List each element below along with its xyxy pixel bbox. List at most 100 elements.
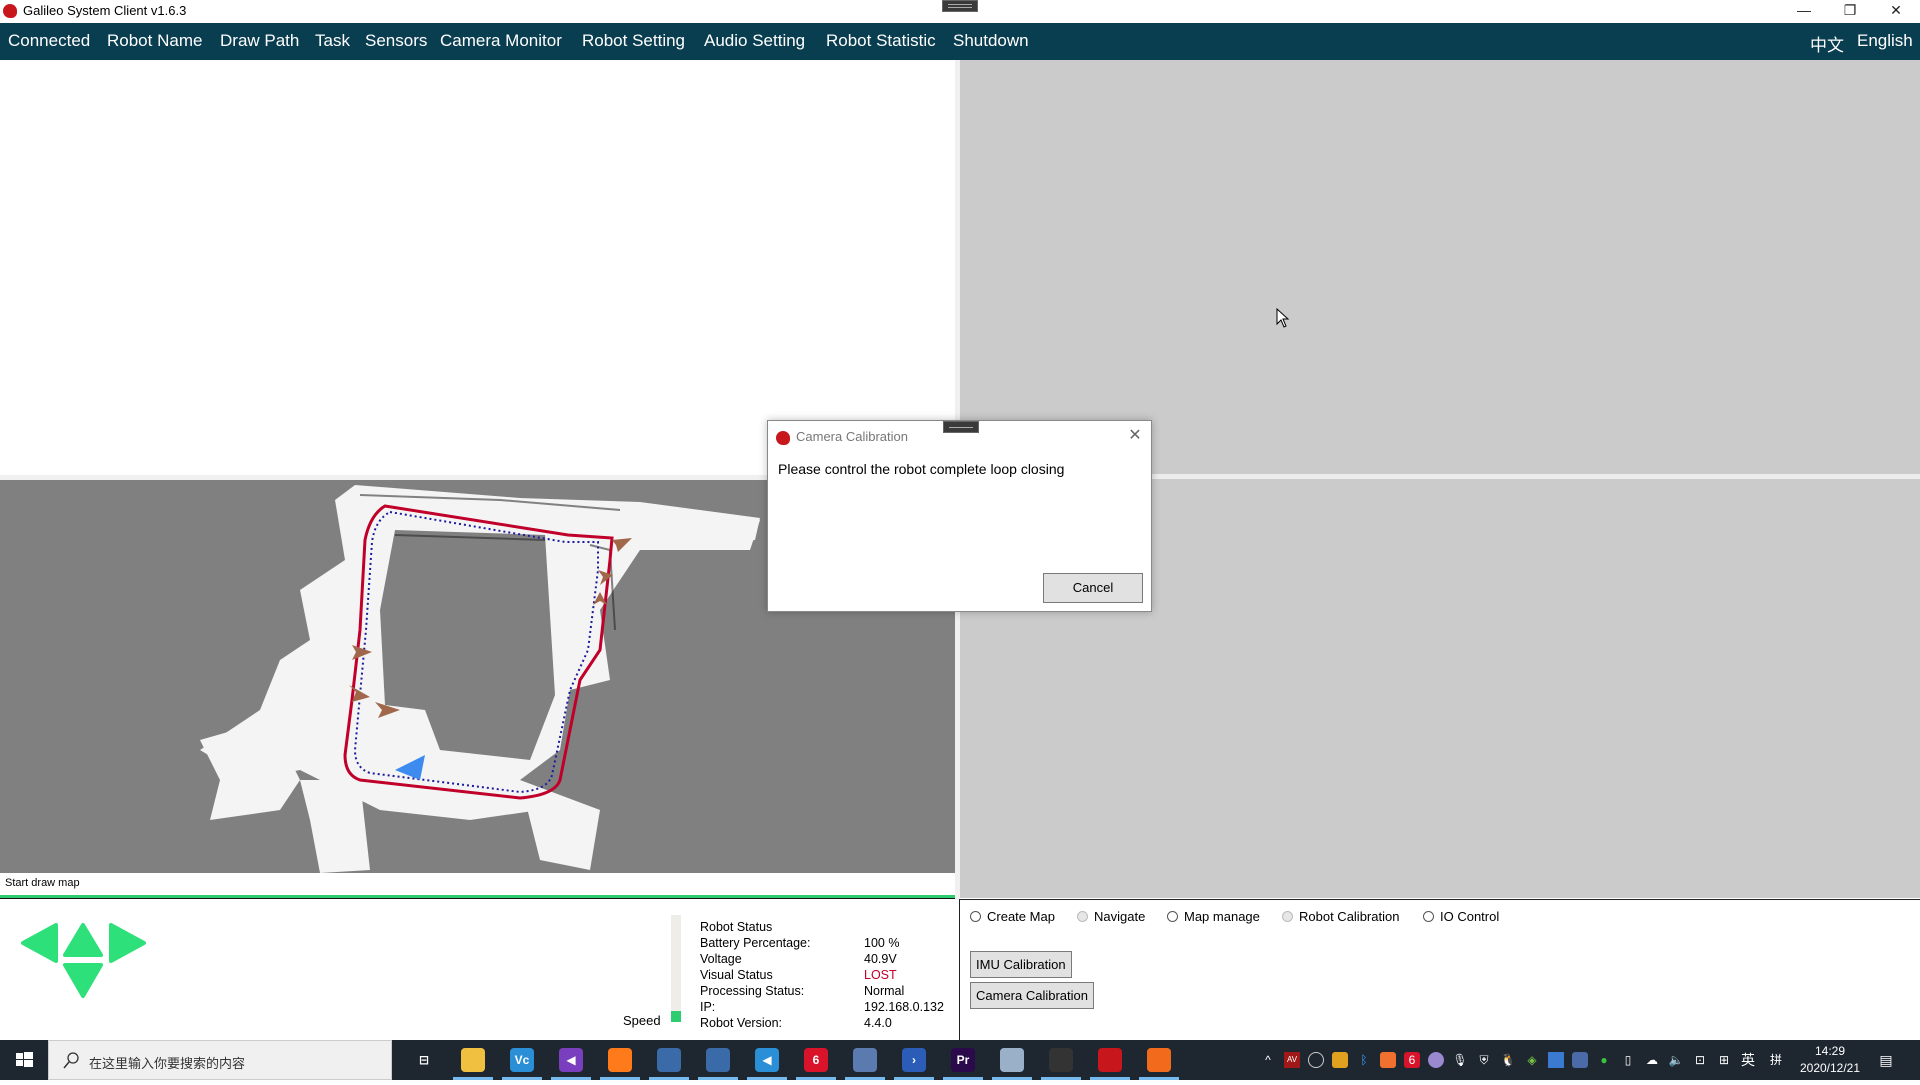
dialog-title: Camera Calibration [796, 429, 908, 444]
imu-calibration-button[interactable]: IMU Calibration [970, 951, 1072, 978]
taskbar-task-view-icon[interactable]: ⊟ [412, 1048, 436, 1072]
radio-label: Navigate [1094, 909, 1146, 924]
app-logo-icon [3, 4, 17, 18]
map-status-text: Start draw map [5, 877, 80, 889]
tray-nvidia-icon[interactable]: ◈ [1524, 1052, 1540, 1068]
tray-keepass-icon[interactable] [1572, 1052, 1588, 1068]
tray-netease-icon[interactable]: 6 [1404, 1052, 1420, 1068]
windows-logo-icon [16, 1052, 33, 1067]
camera-view-right-top [960, 60, 1920, 475]
taskbar-keepass-icon[interactable] [853, 1048, 877, 1072]
search-placeholder: 在这里输入你要搜索的内容 [89, 1056, 246, 1071]
tray-bluetooth-icon[interactable]: ᛒ [1356, 1052, 1372, 1068]
dialog-drag-handle[interactable] [943, 421, 979, 433]
taskbar-vc-icon[interactable]: Vc [510, 1048, 534, 1072]
arrow-down-button[interactable] [62, 962, 104, 1000]
taskbar-visual-studio-icon[interactable]: ◀ [559, 1048, 583, 1072]
map-status-bar: Start draw map [0, 873, 955, 896]
dialog-cancel-button[interactable]: Cancel [1043, 573, 1143, 603]
language-chinese[interactable]: 中文 [1810, 31, 1844, 56]
tray-obs-icon[interactable] [1308, 1052, 1324, 1068]
tray-shield-icon[interactable] [1332, 1052, 1348, 1068]
mode-radio-map-manage[interactable]: Map manage [1167, 909, 1260, 924]
tray-microphone-icon[interactable]: 🎙 [1452, 1052, 1468, 1068]
radio-circle [1077, 911, 1088, 922]
tray-onedrive-icon[interactable]: ☁ [1644, 1052, 1660, 1068]
speed-slider[interactable] [671, 915, 681, 1022]
radio-circle [970, 911, 981, 922]
taskbar-obs-icon[interactable] [1049, 1048, 1073, 1072]
taskbar-network-app-icon[interactable] [706, 1048, 730, 1072]
taskbar-monitor-app-icon[interactable] [1000, 1048, 1024, 1072]
taskbar-netease-music-icon[interactable]: 6 [804, 1048, 828, 1072]
menu-robot-name[interactable]: Robot Name [107, 31, 202, 51]
taskbar-powershell-icon[interactable]: › [902, 1048, 926, 1072]
status-value: Normal [864, 984, 905, 998]
radio-circle [1167, 911, 1178, 922]
language-english[interactable]: English [1857, 31, 1913, 51]
menu-robot-statistic[interactable]: Robot Statistic [826, 31, 936, 51]
tray-qq-icon[interactable]: 🐧 [1500, 1052, 1516, 1068]
tray-purple-icon[interactable] [1428, 1052, 1444, 1068]
status-label: Voltage [700, 952, 742, 966]
taskbar-firefox-icon[interactable] [608, 1048, 632, 1072]
tray-wechat-icon[interactable]: ● [1596, 1052, 1612, 1068]
status-value: 100 % [864, 936, 900, 950]
minimize-button[interactable]: — [1781, 0, 1827, 23]
tray-ime-settings-icon[interactable]: ⊞ [1716, 1052, 1732, 1068]
mode-radio-create-map[interactable]: Create Map [970, 909, 1055, 924]
tray-defender-icon[interactable]: ⛨ [1476, 1052, 1492, 1068]
menu-task[interactable]: Task [315, 31, 350, 51]
close-button[interactable]: ✕ [1873, 0, 1919, 23]
start-button[interactable] [0, 1040, 48, 1080]
mode-radio-io-control[interactable]: IO Control [1423, 909, 1499, 924]
menu-camera-monitor[interactable]: Camera Monitor [440, 31, 562, 51]
taskbar-vscode-icon[interactable]: ◀ [755, 1048, 779, 1072]
tray-usb-icon[interactable]: ▯ [1620, 1052, 1636, 1068]
taskbar-clock[interactable]: 14:29 2020/12/21 [1790, 1043, 1870, 1077]
menu-connected[interactable]: Connected [8, 31, 90, 51]
radio-label: Map manage [1184, 909, 1260, 924]
status-value: LOST [864, 968, 897, 982]
taskbar-app-lock-icon[interactable] [657, 1048, 681, 1072]
tray-volume-icon[interactable]: 🔈 [1668, 1052, 1684, 1068]
drag-handle[interactable] [942, 0, 978, 12]
arrow-right-button[interactable] [108, 922, 148, 964]
dialog-close-icon[interactable]: ✕ [1125, 425, 1145, 445]
camera-calibration-dialog: Camera Calibration ✕ Please control the … [767, 420, 1152, 612]
window-title: Galileo System Client v1.6.3 [23, 3, 187, 18]
mode-radio-navigate[interactable]: Navigate [1077, 909, 1145, 924]
menu-draw-path[interactable]: Draw Path [220, 31, 299, 51]
taskbar-premiere-icon[interactable]: Pr [951, 1048, 975, 1072]
menu-shutdown[interactable]: Shutdown [953, 31, 1029, 51]
arrow-left-button[interactable] [20, 922, 60, 964]
taskbar-search-box[interactable]: 在这里输入你要搜索的内容 [48, 1040, 392, 1080]
search-icon [63, 1052, 79, 1069]
restore-button[interactable]: ❐ [1827, 0, 1873, 23]
clock-date: 2020/12/21 [1799, 1061, 1861, 1075]
tray-orange-icon[interactable] [1380, 1052, 1396, 1068]
tray-app-icon[interactable] [1548, 1052, 1564, 1068]
tray-ime-mode[interactable]: 拼 [1768, 1052, 1784, 1068]
menu-robot-setting[interactable]: Robot Setting [582, 31, 685, 51]
tray-network-icon[interactable]: ⊡ [1692, 1052, 1708, 1068]
camera-calibration-button[interactable]: Camera Calibration [970, 982, 1094, 1009]
status-indicator-line [0, 895, 955, 899]
dialog-logo-icon [776, 431, 790, 445]
arrow-up-button[interactable] [62, 922, 104, 960]
status-value: 192.168.0.132 [864, 1000, 944, 1014]
taskbar-orange-app-icon[interactable] [1147, 1048, 1171, 1072]
control-panel [0, 900, 958, 1040]
taskbar-file-explorer-icon[interactable] [461, 1048, 485, 1072]
speed-label: Speed [623, 1013, 661, 1028]
mode-radio-robot-calibration[interactable]: Robot Calibration [1282, 909, 1399, 924]
menu-audio-setting[interactable]: Audio Setting [704, 31, 805, 51]
notification-center-icon[interactable]: ▤ [1878, 1052, 1894, 1068]
tray-lav-icon[interactable]: AV [1284, 1052, 1300, 1068]
tray-ime-language[interactable]: 英 [1740, 1052, 1756, 1068]
main-menu: Connected Robot Name Draw Path Task Sens… [0, 23, 1920, 60]
radio-circle [1423, 911, 1434, 922]
tray-expand-icon[interactable]: ^ [1260, 1052, 1276, 1068]
menu-sensors[interactable]: Sensors [365, 31, 427, 51]
taskbar-galileo-icon[interactable] [1098, 1048, 1122, 1072]
